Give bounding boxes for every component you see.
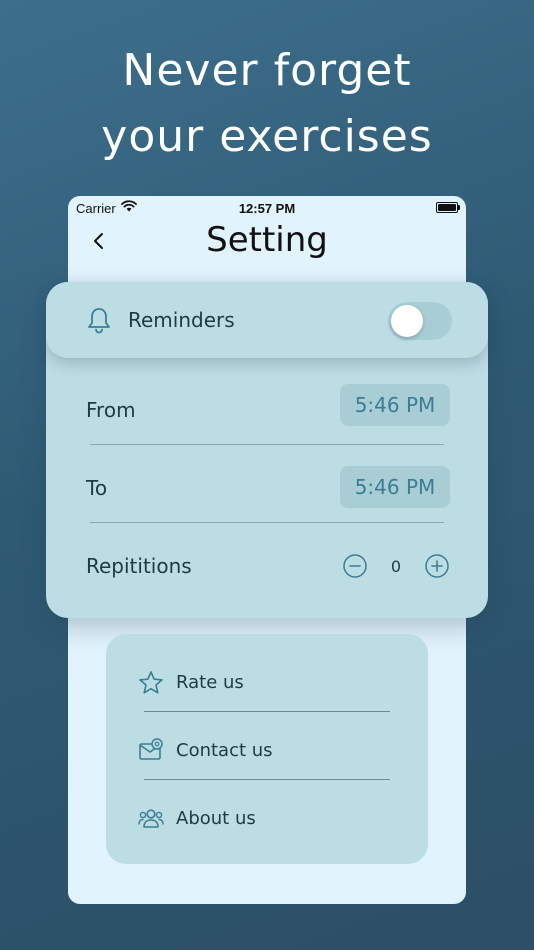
contact-us-label: Contact us — [176, 740, 273, 761]
reminder-settings-card: Reminders From 5:46 PM To 5:46 PM Repiti… — [46, 282, 488, 618]
divider — [90, 522, 444, 523]
star-icon — [139, 671, 163, 694]
divider — [144, 711, 390, 712]
divider — [144, 779, 390, 780]
rate-us-label: Rate us — [176, 672, 244, 693]
about-us-label: About us — [176, 808, 256, 829]
from-label: From — [86, 398, 136, 422]
to-label: To — [86, 476, 108, 500]
status-bar: Carrier 12:57 PM — [68, 196, 466, 218]
status-time: 12:57 PM — [238, 201, 296, 216]
links-card: Rate us Contact us About us — [106, 634, 428, 864]
from-time-button[interactable]: 5:46 PM — [340, 384, 450, 426]
bell-icon — [88, 308, 110, 334]
headline-line-1: Never forget — [122, 45, 412, 96]
rate-us-item[interactable]: Rate us — [136, 662, 396, 702]
page-title: Setting — [206, 220, 328, 260]
increment-button[interactable] — [425, 554, 449, 578]
toggle-knob — [391, 305, 423, 337]
decrement-button[interactable] — [343, 554, 367, 578]
reminders-row: Reminders — [46, 282, 488, 358]
contact-mail-icon — [139, 738, 163, 760]
reminders-toggle[interactable] — [388, 302, 452, 340]
battery-icon — [436, 202, 460, 213]
reminders-label: Reminders — [128, 308, 235, 332]
divider — [90, 444, 444, 445]
about-us-item[interactable]: About us — [136, 798, 396, 838]
contact-us-item[interactable]: Contact us — [136, 730, 396, 770]
headline-line-2: your exercises — [101, 111, 433, 162]
people-icon — [138, 809, 164, 828]
to-time-button[interactable]: 5:46 PM — [340, 466, 450, 508]
repetitions-value: 0 — [390, 557, 402, 576]
repetitions-label: Repititions — [86, 554, 192, 578]
